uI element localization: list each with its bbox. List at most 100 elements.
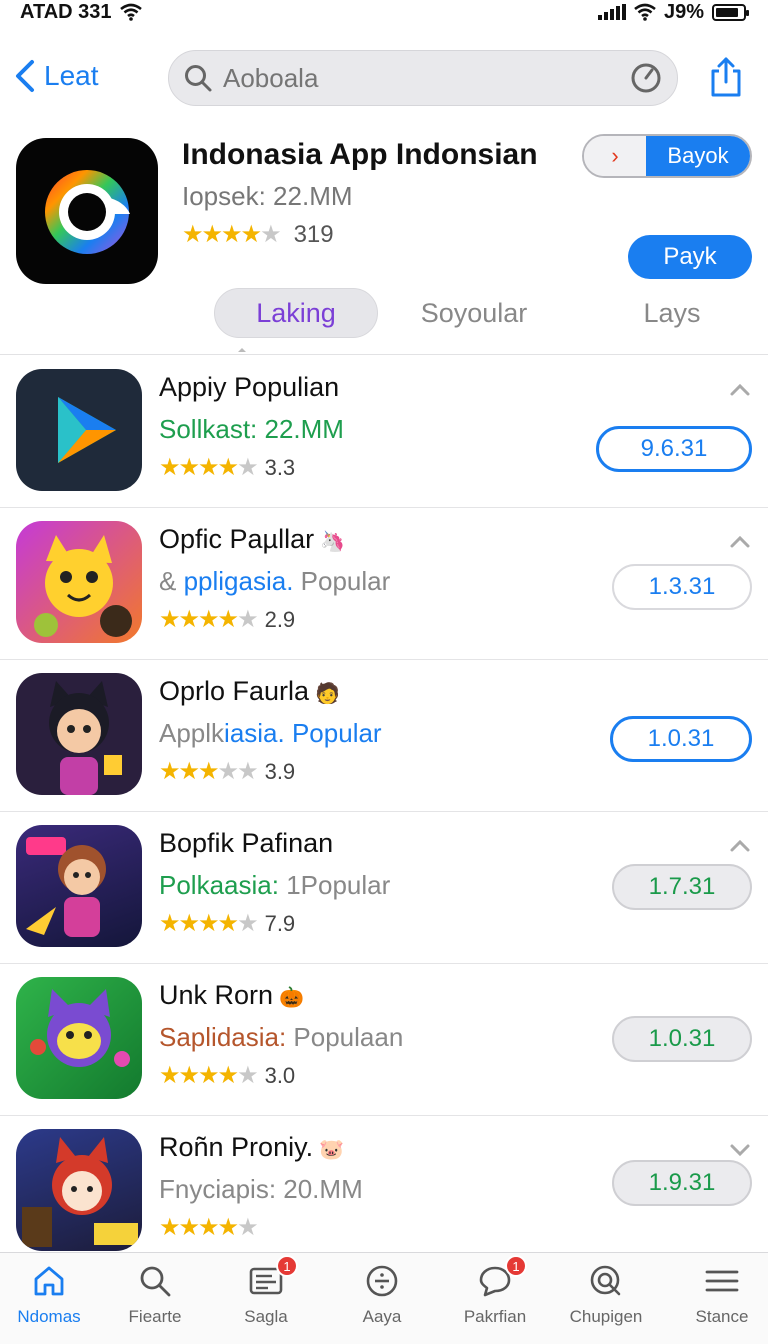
rating-stars: ★★★★★ bbox=[182, 221, 282, 248]
compass-icon bbox=[362, 1261, 402, 1301]
back-label: Leat bbox=[44, 60, 99, 91]
chat-icon: 1 bbox=[475, 1255, 527, 1301]
list-item[interactable]: Oprlo Faurla 🧑 Applkiasia. Popular ★★★★★ … bbox=[0, 660, 768, 812]
cartoon-hero-icon bbox=[16, 825, 142, 947]
battery-icon bbox=[712, 3, 749, 21]
tab-indicator bbox=[238, 348, 246, 352]
pig-icon: 🐷 bbox=[319, 1139, 344, 1161]
app-logo-icon bbox=[45, 170, 130, 254]
toggle-group[interactable]: › Bayok bbox=[582, 134, 752, 178]
person-icon: 🧑 bbox=[315, 683, 340, 705]
bottom-tab-bar: Ndomas Fiearte 1 Sagla Aaya 1 Pakrfian C… bbox=[0, 1252, 768, 1344]
list-item[interactable]: Appiy Populian Sollkast: 22.MM ★★★★★ 3.3… bbox=[0, 356, 768, 508]
arrow-right-icon: › bbox=[611, 143, 619, 168]
item-subtitle: Fnyciapis: 20.MM bbox=[159, 1174, 363, 1204]
back-button[interactable]: Leat bbox=[14, 54, 99, 98]
home-icon bbox=[29, 1261, 69, 1301]
chevron-left-icon bbox=[16, 60, 34, 92]
signal-icon bbox=[597, 4, 626, 20]
tab-bar-item-pakrfian[interactable]: 1 Pakrfian bbox=[440, 1255, 550, 1327]
item-title: Appiy Populian bbox=[159, 372, 340, 402]
tab-bar-item-aaya[interactable]: Aaya bbox=[327, 1261, 437, 1327]
item-subtitle: & ppligasia. Popular bbox=[159, 566, 391, 596]
chevron-down-icon[interactable] bbox=[728, 1138, 752, 1162]
tab-bar-item-fiearte[interactable]: Fiearte bbox=[100, 1261, 210, 1327]
tab-lays[interactable]: Lays bbox=[612, 288, 732, 338]
wifi-icon bbox=[634, 3, 656, 21]
search-icon bbox=[185, 65, 212, 92]
cartoon-fox-icon bbox=[16, 977, 142, 1099]
cartoon-cat-icon bbox=[16, 521, 142, 643]
item-rating: ★★★★★ bbox=[159, 1213, 259, 1242]
toggle-primary-button[interactable]: Bayok bbox=[646, 136, 750, 176]
pay-button[interactable]: Payk bbox=[628, 235, 752, 279]
refresh-icon[interactable] bbox=[629, 61, 663, 95]
tab-bar-item-ndomas[interactable]: Ndomas bbox=[0, 1261, 104, 1327]
list-item[interactable]: Roñn Proniy. 🐷 Fnyciapis: 20.MM ★★★★★ 1.9… bbox=[0, 1116, 768, 1268]
news-icon: 1 bbox=[246, 1255, 298, 1301]
cartoon-girl-icon bbox=[16, 673, 142, 795]
status-bar: ATAD 331 J9% bbox=[0, 0, 768, 28]
rating-stars: ★★★★★ bbox=[159, 910, 259, 937]
chevron-up-icon[interactable] bbox=[728, 834, 752, 858]
version-button[interactable]: 1.3.31 bbox=[612, 564, 752, 610]
chevron-up-icon[interactable] bbox=[728, 378, 752, 402]
item-rating: ★★★★★ 3.9 bbox=[159, 758, 296, 785]
wifi-icon bbox=[119, 3, 142, 21]
tab-bar-item-chupigen[interactable]: Chupigen bbox=[551, 1261, 661, 1327]
rating-stars: ★★★★★ bbox=[159, 454, 259, 481]
item-subtitle: Saplidasia: Populaan bbox=[159, 1022, 404, 1052]
item-rating: ★★★★★ 7.9 bbox=[159, 910, 296, 937]
app-subtitle: Iopsek: 22.MM bbox=[182, 181, 353, 211]
divider bbox=[0, 354, 768, 355]
unicorn-icon: 🦄 bbox=[320, 531, 346, 553]
search-icon bbox=[135, 1261, 175, 1301]
rating-count: 319 bbox=[293, 220, 334, 248]
app-title: Indonasia App Indonsian bbox=[182, 138, 538, 171]
carrier-label: ATAD 331 bbox=[20, 0, 112, 23]
item-title: Opfic Paµllar 🦄 bbox=[159, 524, 346, 554]
notification-badge: 1 bbox=[276, 1255, 298, 1277]
app-rating: ★★★★★ 319 bbox=[182, 220, 334, 249]
search-circle-icon bbox=[586, 1261, 626, 1301]
notification-badge: 1 bbox=[505, 1255, 527, 1277]
list-item[interactable]: Bopfik Pafinan Polkaasia: 1Popular ★★★★★… bbox=[0, 812, 768, 964]
rating-stars: ★★★★★ bbox=[159, 758, 259, 785]
tab-bar-item-stance[interactable]: Stance bbox=[667, 1261, 768, 1327]
version-button[interactable]: 9.6.31 bbox=[596, 426, 752, 472]
item-title: Bopfik Pafinan bbox=[159, 828, 334, 858]
item-rating: ★★★★★ 3.3 bbox=[159, 454, 296, 481]
segment-tabs: Laking Soyoular Lays bbox=[0, 288, 768, 340]
app-icon bbox=[16, 138, 158, 284]
share-button[interactable] bbox=[700, 52, 752, 102]
chevron-up-icon[interactable] bbox=[728, 530, 752, 554]
item-subtitle: Polkaasia: 1Popular bbox=[159, 870, 391, 900]
list-item[interactable]: Unk Rorn 🎃 Saplidasia: Populaan ★★★★★ 3.0… bbox=[0, 964, 768, 1116]
cartoon-warrior-icon bbox=[16, 1129, 142, 1251]
item-rating: ★★★★★ 2.9 bbox=[159, 606, 296, 633]
version-button[interactable]: 1.7.31 bbox=[612, 864, 752, 910]
item-rating: ★★★★★ 3.0 bbox=[159, 1062, 296, 1089]
menu-icon bbox=[702, 1261, 742, 1301]
item-title: Unk Rorn 🎃 bbox=[159, 980, 304, 1010]
play-icon bbox=[16, 369, 142, 491]
version-button[interactable]: 1.9.31 bbox=[612, 1160, 752, 1206]
search-input[interactable] bbox=[223, 62, 629, 94]
version-button[interactable]: 1.0.31 bbox=[610, 716, 752, 762]
rating-stars: ★★★★★ bbox=[159, 606, 259, 633]
search-bar[interactable] bbox=[168, 50, 678, 106]
toggle-arrow-button[interactable]: › bbox=[584, 136, 646, 176]
item-title: Oprlo Faurla 🧑 bbox=[159, 676, 340, 706]
rating-stars: ★★★★★ bbox=[159, 1214, 259, 1241]
pumpkin-icon: 🎃 bbox=[279, 987, 304, 1009]
item-title: Roñn Proniy. 🐷 bbox=[159, 1132, 344, 1162]
rating-stars: ★★★★★ bbox=[159, 1062, 259, 1089]
list-item[interactable]: Opfic Paµllar 🦄 & ppligasia. Popular ★★★★… bbox=[0, 508, 768, 660]
version-button[interactable]: 1.0.31 bbox=[612, 1016, 752, 1062]
tab-laking[interactable]: Laking bbox=[214, 288, 378, 338]
tab-soyoular[interactable]: Soyoular bbox=[404, 288, 544, 338]
battery-percent: J9% bbox=[663, 0, 704, 23]
tab-bar-item-sagla[interactable]: 1 Sagla bbox=[211, 1255, 321, 1327]
item-subtitle: Sollkast: 22.MM bbox=[159, 414, 344, 444]
share-icon bbox=[711, 57, 741, 97]
